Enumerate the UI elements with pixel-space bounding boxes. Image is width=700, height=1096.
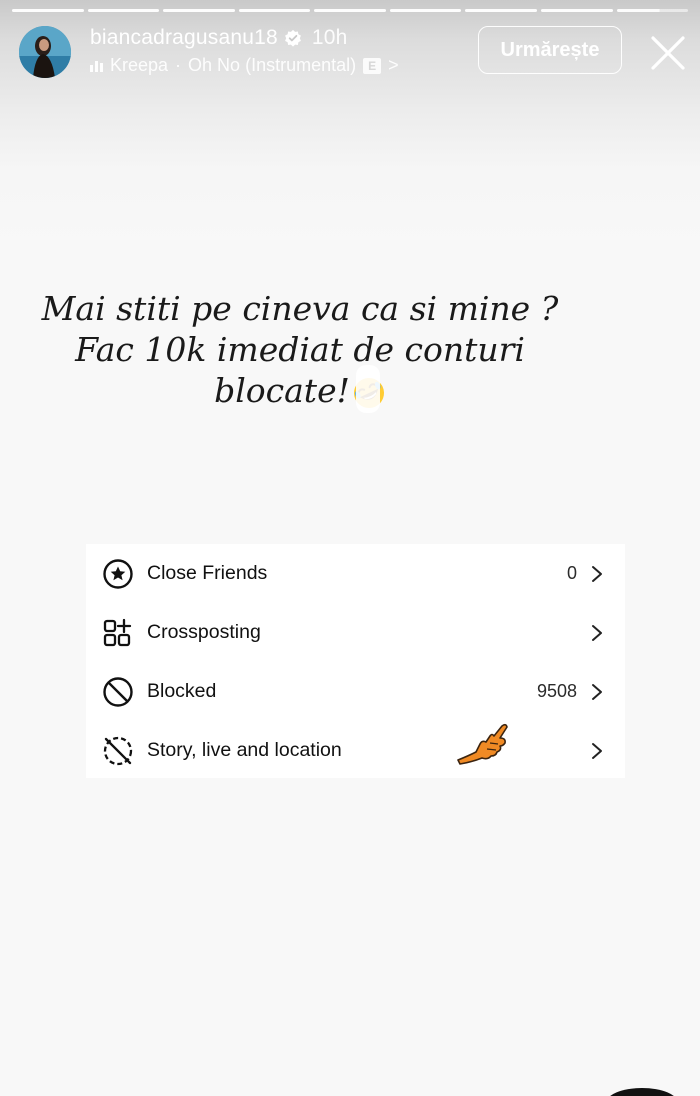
chevron-right-icon: [592, 565, 602, 582]
bottom-overlay-shape: [606, 1088, 678, 1096]
verified-badge-icon: [284, 29, 301, 47]
progress-segment-current: [616, 9, 689, 12]
music-chevron-icon: >: [388, 55, 399, 75]
progress-segment: [238, 9, 311, 12]
settings-row-label: Blocked: [147, 680, 217, 702]
story-view[interactable]: biancadragusanu18 10h Kreepa · Oh No (In…: [0, 0, 700, 1096]
settings-row-close-friends[interactable]: Close Friends 0: [86, 544, 625, 603]
settings-row-blocked[interactable]: Blocked 9508: [86, 662, 625, 721]
settings-row-label: Close Friends: [147, 562, 268, 584]
settings-row-label: Story, live and location: [147, 739, 342, 761]
story-off-icon: [103, 736, 133, 765]
story-header-user[interactable]: biancadragusanu18 10h: [90, 26, 348, 50]
settings-row-crossposting[interactable]: Crossposting: [86, 603, 625, 662]
music-separator: ·: [175, 55, 182, 75]
chevron-right-icon: [592, 683, 602, 700]
progress-segment: [87, 9, 160, 12]
music-attribution[interactable]: Kreepa · Oh No (Instrumental) E >: [90, 55, 399, 76]
chevron-right-icon: [592, 624, 602, 641]
star-circle-icon: [103, 558, 133, 589]
text-highlight-decoration: [356, 365, 380, 413]
caption-line: blocate!: [214, 371, 350, 410]
progress-segment: [389, 9, 462, 12]
settings-row-story-live-location[interactable]: Story, live and location: [86, 721, 625, 780]
progress-segment: [163, 9, 235, 12]
post-time: 10h: [311, 26, 348, 49]
settings-screenshot-panel: Close Friends 0 Crossposting Blocked 950…: [86, 544, 625, 778]
close-icon[interactable]: [648, 33, 688, 73]
blocked-icon: [103, 676, 133, 707]
caption-line: Mai stiti pe cineva ca si mine ?: [41, 289, 559, 328]
progress-segment: [465, 9, 537, 12]
pointing-hand-icon: [457, 723, 508, 765]
settings-row-count: 0: [566, 563, 577, 583]
grid-plus-icon: [103, 618, 132, 646]
explicit-badge: E: [363, 57, 382, 74]
caption-line: Fac 10k imediat de conturi: [75, 330, 525, 369]
music-bars-icon: [90, 60, 103, 72]
progress-segment: [314, 9, 386, 12]
chevron-right-icon: [592, 742, 602, 759]
settings-row-label: Crossposting: [147, 621, 261, 643]
music-artist: Kreepa: [110, 55, 169, 75]
progress-segment: [12, 9, 84, 12]
story-caption: Mai stiti pe cineva ca si mine ? Fac 10k…: [40, 288, 560, 411]
avatar[interactable]: [19, 26, 71, 78]
follow-button[interactable]: Urmărește: [478, 26, 622, 74]
story-progress-bar: [12, 9, 689, 12]
progress-segment: [540, 9, 613, 12]
username[interactable]: biancadragusanu18: [90, 26, 278, 50]
music-track: Oh No (Instrumental): [188, 55, 357, 75]
settings-row-count: 9508: [536, 681, 577, 701]
